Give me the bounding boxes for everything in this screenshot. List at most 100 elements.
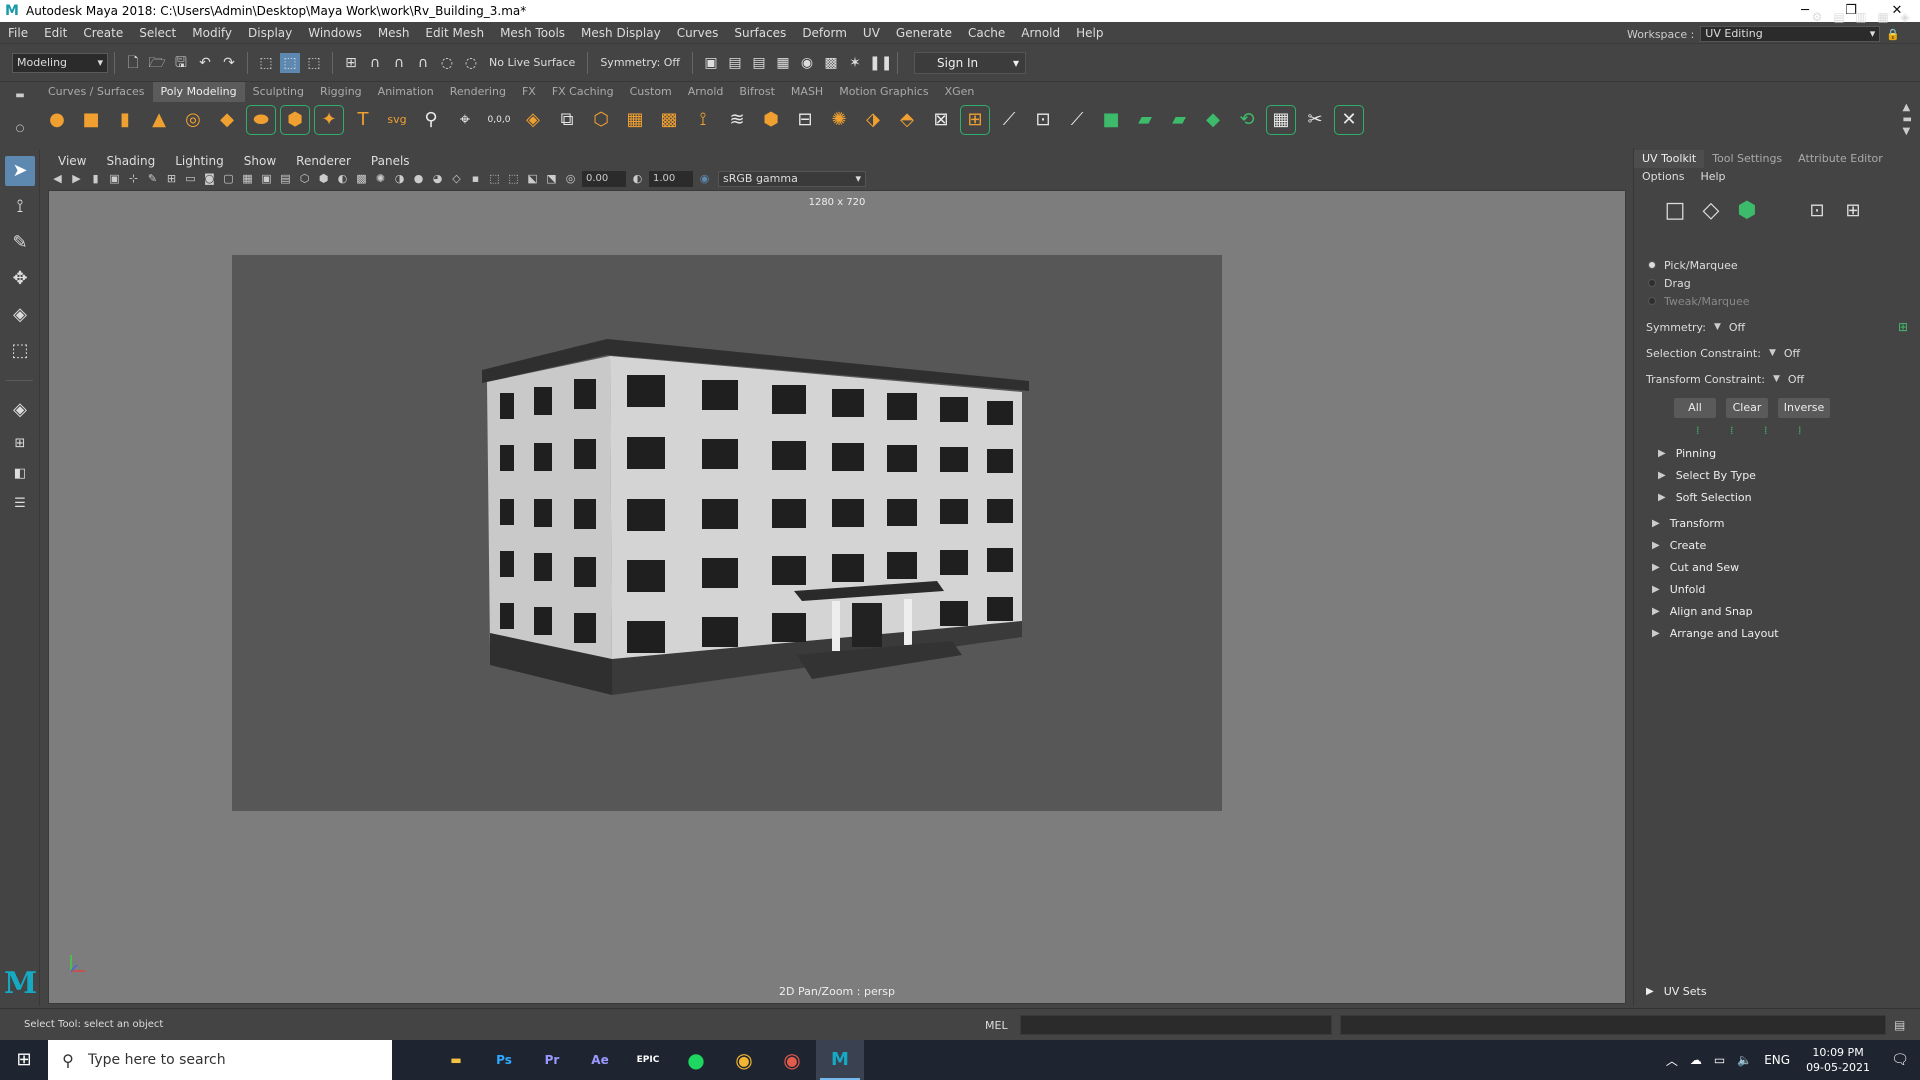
- section-arrange-and-layout[interactable]: ▶ Arrange and Layout: [1634, 624, 1920, 642]
- grease-pencil-icon[interactable]: ✎: [144, 171, 161, 187]
- side-by-side-layout-icon[interactable]: ◧: [5, 461, 35, 487]
- single-perspective-layout-icon[interactable]: ◈: [5, 395, 35, 425]
- select-object-icon[interactable]: ⬚: [280, 52, 300, 73]
- bevel-icon[interactable]: ✺: [825, 106, 853, 134]
- shrink-selection-icon[interactable]: ⁞: [1730, 424, 1742, 440]
- lasso-tool-icon[interactable]: ⟟: [5, 192, 35, 222]
- super-shape-icon[interactable]: ✦: [314, 105, 344, 135]
- menu-set-dropdown[interactable]: Modeling: [12, 52, 108, 73]
- depth-of-field-icon[interactable]: ▪: [467, 171, 484, 187]
- poly-plane-icon[interactable]: ◆: [213, 106, 241, 134]
- save-scene-icon[interactable]: 🖫: [171, 53, 191, 73]
- snap-view-icon[interactable]: ∩: [413, 53, 433, 73]
- poly-torus-icon[interactable]: ◎: [179, 106, 207, 134]
- menu-help[interactable]: Help: [1068, 26, 1111, 40]
- gate-mask-icon[interactable]: ▢: [220, 171, 237, 187]
- shelf-tab-custom[interactable]: Custom: [622, 82, 680, 102]
- workspace-dropdown[interactable]: UV Editing: [1700, 26, 1881, 42]
- remesh-icon[interactable]: ▩: [655, 106, 683, 134]
- shelf-tab-mash[interactable]: MASH: [783, 82, 831, 102]
- platonic-solid-icon[interactable]: ⬢: [280, 105, 310, 135]
- section-create[interactable]: ▶ Create: [1634, 536, 1920, 554]
- light-editor-icon[interactable]: ✶: [845, 53, 865, 73]
- building-model[interactable]: [232, 255, 1222, 811]
- multi-cut-icon[interactable]: ⊞: [960, 105, 990, 135]
- section-align-and-snap[interactable]: ▶ Align and Snap: [1634, 602, 1920, 620]
- attribute-editor-icon[interactable]: ▤: [1830, 8, 1848, 26]
- live-surface-label[interactable]: No Live Surface: [489, 56, 575, 69]
- shelf-tab-sculpting[interactable]: Sculpting: [245, 82, 312, 102]
- section-cut-and-sew[interactable]: ▶ Cut and Sew: [1634, 558, 1920, 576]
- ipr-render-icon[interactable]: ▤: [749, 53, 769, 73]
- command-input[interactable]: [1020, 1015, 1332, 1035]
- poly-cylinder-icon[interactable]: ▮: [111, 106, 139, 134]
- render-setup-icon[interactable]: ▩: [821, 53, 841, 73]
- taskbar-search[interactable]: ⚲ Type here to search: [48, 1040, 392, 1080]
- menu-modify[interactable]: Modify: [184, 26, 240, 40]
- tool-settings-icon[interactable]: ▥: [1852, 8, 1870, 26]
- two-d-pan-zoom-icon[interactable]: ⊹: [125, 171, 142, 187]
- language-indicator[interactable]: ENG: [1764, 1053, 1790, 1067]
- four-view-layout-icon[interactable]: ⊞: [5, 431, 35, 457]
- menu-edit[interactable]: Edit: [36, 26, 75, 40]
- move-tool-icon[interactable]: ✥: [5, 264, 35, 294]
- lock-icon[interactable]: 🔒: [1886, 28, 1900, 41]
- bookmark-icon[interactable]: ▮: [87, 171, 104, 187]
- onedrive-icon[interactable]: ☁: [1690, 1053, 1702, 1067]
- taskbar-after-effects-icon[interactable]: Ae: [576, 1040, 624, 1080]
- bevel-edges-icon[interactable]: ⬗: [859, 106, 887, 134]
- shelf-tab-curves-surfaces[interactable]: Curves / Surfaces: [40, 82, 153, 102]
- exposure-field[interactable]: 0.00: [582, 171, 626, 187]
- safe-title-icon[interactable]: ▤: [277, 171, 294, 187]
- uv-grid-icon[interactable]: ⊞: [1838, 196, 1868, 226]
- menu-select[interactable]: Select: [131, 26, 184, 40]
- shelf-tab-fx-caching[interactable]: FX Caching: [544, 82, 622, 102]
- new-scene-icon[interactable]: 🗋: [123, 53, 143, 73]
- inverse-button[interactable]: Inverse: [1778, 398, 1830, 418]
- tab-attribute-editor[interactable]: Attribute Editor: [1790, 150, 1891, 168]
- render-settings-icon[interactable]: ▦: [773, 53, 793, 73]
- taskbar-chrome-profile-icon[interactable]: ◉: [768, 1040, 816, 1080]
- menu-help-panel[interactable]: Help: [1692, 168, 1733, 186]
- grow-selection-icon[interactable]: ⁞: [1696, 424, 1708, 440]
- image-plane-icon[interactable]: ▣: [106, 171, 123, 187]
- radio-tweak-marquee[interactable]: Tweak/Marquee: [1648, 292, 1920, 310]
- smooth-icon[interactable]: ⬡: [587, 106, 615, 134]
- select-component-icon[interactable]: ⬚: [304, 53, 324, 73]
- menu-file[interactable]: File: [0, 26, 36, 40]
- menu-display[interactable]: Display: [240, 26, 300, 40]
- shelf-tab-fx[interactable]: FX: [514, 82, 544, 102]
- volume-icon[interactable]: 🔈: [1737, 1053, 1752, 1067]
- menu-mesh-tools[interactable]: Mesh Tools: [492, 26, 573, 40]
- uv-automatic-icon[interactable]: ◆: [1199, 106, 1227, 134]
- hypershade-icon[interactable]: ◉: [797, 53, 817, 73]
- shelf-tab-rigging[interactable]: Rigging: [312, 82, 370, 102]
- menu-edit-mesh[interactable]: Edit Mesh: [417, 26, 492, 40]
- extrude-icon[interactable]: ⬢: [757, 106, 785, 134]
- gamma-field[interactable]: 1.00: [649, 171, 693, 187]
- menu-mesh[interactable]: Mesh: [370, 26, 418, 40]
- section-uv-sets[interactable]: ▶ UV Sets: [1634, 982, 1707, 1000]
- menu-curves[interactable]: Curves: [669, 26, 727, 40]
- uv-spherical-icon[interactable]: ▰: [1165, 106, 1193, 134]
- xray-components-icon[interactable]: ⬔: [543, 171, 560, 187]
- dropdown-arrow-icon[interactable]: ▼: [1769, 348, 1776, 358]
- taskbar-epic-games-icon[interactable]: EPIC: [624, 1040, 672, 1080]
- poly-cone-icon[interactable]: ▲: [145, 106, 173, 134]
- pause-icon[interactable]: ❚❚: [869, 53, 892, 73]
- select-camera-icon[interactable]: ◀: [49, 171, 66, 187]
- panel-menu-lighting[interactable]: Lighting: [165, 152, 234, 170]
- sew-uv-icon[interactable]: ✕: [1334, 105, 1364, 135]
- panel-menu-panels[interactable]: Panels: [361, 152, 420, 170]
- shadows-icon[interactable]: ◑: [391, 171, 408, 187]
- section-select-by-type[interactable]: ▶ Select By Type: [1634, 466, 1920, 484]
- rotate-tool-icon[interactable]: ◈: [5, 300, 35, 330]
- dropdown-arrow-icon[interactable]: ▼: [1773, 374, 1780, 384]
- network-icon[interactable]: ▭: [1714, 1053, 1725, 1067]
- resolution-gate-icon[interactable]: ◙: [201, 171, 218, 187]
- menu-cache[interactable]: Cache: [960, 26, 1013, 40]
- clear-button[interactable]: Clear: [1726, 398, 1768, 418]
- poly-svg-icon[interactable]: svg: [383, 106, 411, 134]
- shelf-tab-arnold[interactable]: Arnold: [680, 82, 732, 102]
- sign-in-button[interactable]: Sign In: [914, 51, 1027, 74]
